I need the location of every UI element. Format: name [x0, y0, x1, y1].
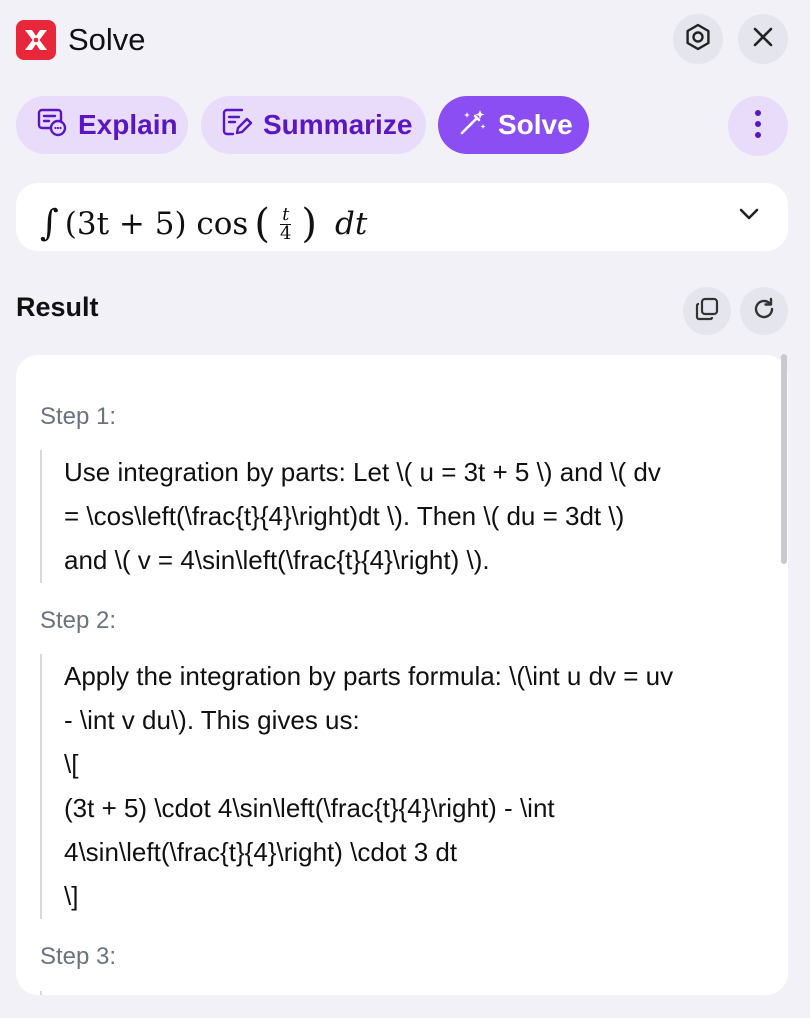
solve-button[interactable]: Solve	[438, 96, 589, 154]
step-line: - \int v du\). This gives us:	[64, 705, 360, 735]
step-line: (3t + 5) \cdot 4\sin\left(\frac{t}{4}\ri…	[64, 793, 555, 823]
explain-label: Explain	[78, 109, 178, 140]
more-vertical-icon	[753, 108, 763, 145]
settings-icon	[683, 22, 713, 57]
step-line: Apply the integration by parts formula: …	[64, 661, 674, 691]
step-line: and \( v = 4\sin\left(\frac{t}{4}\right)…	[64, 545, 490, 575]
step-body: Use integration by parts: Let \( u = 3t …	[40, 450, 758, 583]
integral-sign: ∫	[40, 203, 59, 244]
settings-button[interactable]	[673, 14, 723, 64]
step-line: = \cos\left(\frac{t}{4}\right)dt \). The…	[64, 501, 625, 531]
refresh-icon	[751, 296, 777, 327]
result-panel[interactable]: Step 1: Use integration by parts: Let \(…	[16, 355, 788, 995]
step-body: Apply the integration by parts formula: …	[40, 654, 758, 919]
header: Solve	[0, 0, 810, 80]
step-body	[40, 991, 758, 995]
solve-label: Solve	[498, 109, 573, 140]
step-line: Use integration by parts: Let \( u = 3t …	[64, 457, 661, 487]
fraction-numerator: t	[280, 203, 292, 225]
more-options-button[interactable]	[728, 96, 788, 156]
expression-prefix: (3t + 5) cos	[64, 206, 249, 242]
fraction: t 4	[279, 203, 292, 244]
copy-button[interactable]	[683, 287, 731, 335]
summarize-button[interactable]: Summarize	[201, 96, 426, 154]
window-title: Solve	[68, 22, 146, 57]
step-title: Step 3:	[40, 943, 117, 970]
fraction-denominator: 4	[279, 222, 292, 244]
expression-box[interactable]: ∫ (3t + 5) cos ( t 4 ) dt	[16, 183, 788, 251]
close-button[interactable]	[738, 14, 788, 64]
explain-icon	[36, 106, 68, 145]
app-logo-icon	[16, 20, 56, 60]
summarize-label: Summarize	[263, 109, 413, 140]
magic-wand-icon	[458, 107, 488, 144]
step-line: \[	[64, 749, 79, 779]
expression-suffix: dt	[335, 206, 368, 242]
math-expression: ∫ (3t + 5) cos ( t 4 ) dt	[40, 201, 368, 247]
copy-icon	[694, 296, 720, 327]
chevron-down-icon[interactable]	[738, 207, 760, 226]
refresh-button[interactable]	[740, 287, 788, 335]
step-line: 4\sin\left(\frac{t}{4}\right) \cdot 3 dt	[64, 837, 458, 867]
result-heading: Result	[16, 292, 99, 322]
step-title: Step 1:	[40, 403, 117, 430]
step-title: Step 2:	[40, 607, 117, 634]
close-icon	[750, 24, 776, 55]
explain-button[interactable]: Explain	[16, 96, 188, 154]
summarize-icon	[221, 106, 253, 145]
step-line: \]	[64, 881, 79, 911]
result-scrollbar[interactable]	[781, 354, 787, 564]
